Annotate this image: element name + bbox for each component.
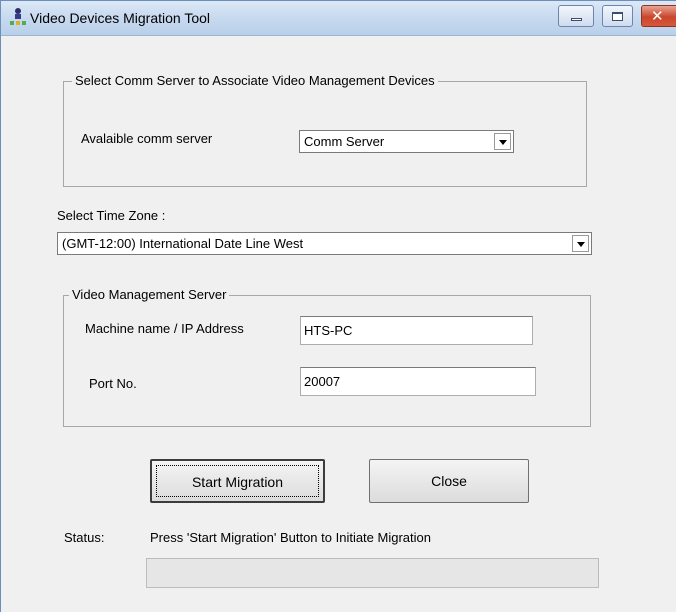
start-migration-button[interactable]: Start Migration: [150, 459, 325, 503]
close-button[interactable]: Close: [369, 459, 529, 503]
machine-name-input[interactable]: [301, 317, 532, 344]
close-icon: ✕: [651, 7, 664, 25]
app-icon: [10, 8, 26, 25]
close-label: Close: [431, 473, 467, 489]
timezone-label: Select Time Zone :: [57, 208, 166, 223]
timezone-dropdown[interactable]: (GMT-12:00) International Date Line West: [57, 232, 592, 255]
dropdown-arrow-icon[interactable]: [572, 235, 589, 252]
close-window-button[interactable]: ✕: [641, 5, 676, 27]
status-label: Status:: [64, 530, 105, 545]
status-message: Press 'Start Migration' Button to Initia…: [150, 530, 431, 545]
port-field[interactable]: [300, 367, 536, 396]
vms-group-legend: Video Management Server: [69, 287, 230, 302]
comm-server-label: Avalaible comm server: [81, 131, 213, 146]
migration-progress-bar: [146, 558, 599, 588]
window-title: Video Devices Migration Tool: [30, 10, 211, 26]
port-label: Port No.: [89, 376, 137, 391]
machine-name-field[interactable]: [300, 316, 533, 345]
comm-server-group-legend: Select Comm Server to Associate Video Ma…: [72, 73, 438, 88]
start-migration-label: Start Migration: [191, 474, 284, 490]
dropdown-arrow-icon[interactable]: [494, 133, 511, 150]
maximize-icon: [612, 12, 623, 21]
port-input[interactable]: [301, 368, 535, 395]
minimize-button[interactable]: [558, 5, 594, 27]
comm-server-dropdown[interactable]: Comm Server: [299, 130, 514, 153]
minimize-icon: [571, 18, 582, 21]
migration-tool-window: Video Devices Migration Tool ✕ Select Co…: [0, 0, 676, 612]
comm-server-selected: Comm Server: [304, 134, 385, 149]
title-bar[interactable]: Video Devices Migration Tool ✕: [1, 1, 676, 36]
timezone-selected: (GMT-12:00) International Date Line West: [62, 236, 304, 251]
video-management-server-group: Video Management Server: [63, 287, 591, 427]
maximize-button[interactable]: [602, 5, 633, 27]
machine-name-label: Machine name / IP Address: [85, 321, 244, 336]
